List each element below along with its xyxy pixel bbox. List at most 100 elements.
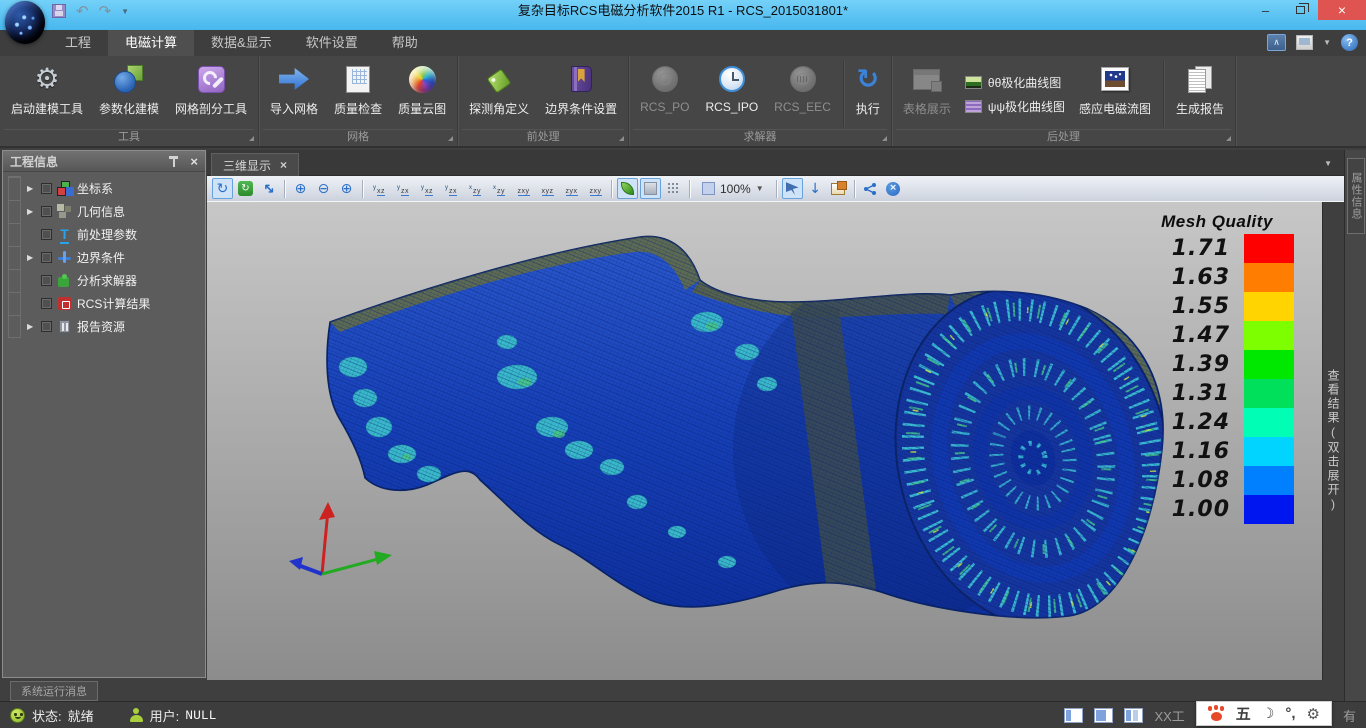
view-preset-button[interactable]: yxz (416, 178, 438, 199)
menu-tab-data-display[interactable]: 数据&显示 (194, 30, 289, 56)
view-preset-button[interactable]: xzy (488, 178, 510, 199)
viewport-3d[interactable]: Mesh Quality 1.71 1.63 1.55 1.47 1.39 1.… (207, 202, 1322, 680)
shaded-mode-button[interactable] (617, 178, 638, 199)
panel-close-icon[interactable]: × (190, 155, 198, 168)
launch-modeler-button[interactable]: 启动建模工具 (3, 59, 91, 129)
ime-halfwidth-icon[interactable]: ☽ (1262, 706, 1275, 722)
quality-cloud-map-button[interactable]: 质量云图 (390, 59, 454, 129)
tree-item-solver[interactable]: 分析求解器 (3, 269, 205, 292)
view-preset-button[interactable]: yzx (392, 178, 414, 199)
tree-item-coordinate-system[interactable]: 坐标系 (3, 177, 205, 200)
results-panel-collapsed[interactable]: 查看结果(双击展开) (1322, 202, 1344, 680)
layout-wide-panel-icon[interactable] (1094, 708, 1113, 723)
psi-polarization-curve-button[interactable]: ψψ极化曲线图 (965, 98, 1065, 115)
collapse-ribbon-icon[interactable]: ∧ (1267, 34, 1286, 51)
display-style-icon[interactable] (1296, 35, 1313, 50)
tree-item-boundary-conditions[interactable]: 边界条件 (3, 246, 205, 269)
mesh-partition-tool-button[interactable]: 网格剖分工具 (167, 59, 255, 129)
menu-tab-settings[interactable]: 软件设置 (289, 30, 375, 56)
checkbox[interactable] (41, 321, 52, 332)
expand-arrow-icon[interactable] (27, 254, 36, 262)
system-message-tab[interactable]: 系统运行消息 (10, 681, 98, 701)
restore-button[interactable] (1283, 0, 1318, 20)
solver-icon (57, 273, 72, 288)
menu-tab-help[interactable]: 帮助 (375, 30, 435, 56)
checkbox[interactable] (41, 206, 52, 217)
zoom-dropdown-icon[interactable]: ▼ (756, 184, 764, 193)
grid-toggle-button[interactable] (663, 178, 684, 199)
orbit-tool-button[interactable]: ↻ (235, 178, 256, 199)
view-preset-button[interactable]: zxy (584, 178, 606, 199)
properties-panel-tab[interactable]: 属性信息 (1347, 158, 1365, 234)
ime-wubi-mode[interactable]: 五 (1236, 703, 1251, 724)
boundary-condition-setting-button[interactable]: 边界条件设置 (537, 59, 625, 129)
theta-polarization-curve-button[interactable]: θθ极化曲线图 (965, 74, 1065, 91)
ribbon-divider (843, 61, 844, 127)
zoom-fit-button[interactable]: ⊕ (336, 178, 357, 199)
view-preset-button[interactable]: yxz (368, 178, 390, 199)
save-icon[interactable] (52, 4, 66, 18)
green-chart-icon (965, 76, 982, 89)
probe-angle-button[interactable]: 探测角定义 (461, 59, 537, 129)
induced-current-map-button[interactable]: 感应电磁流图 (1071, 59, 1159, 129)
expand-arrow-icon[interactable] (27, 323, 36, 331)
checkbox[interactable] (41, 298, 52, 309)
help-icon[interactable]: ? (1341, 34, 1358, 51)
ime-punctuation-toggle[interactable]: °, (1285, 705, 1295, 722)
view-preset-button[interactable]: xzy (464, 178, 486, 199)
zoom-in-button[interactable]: ⊕ (290, 178, 311, 199)
pin-icon[interactable] (169, 155, 178, 167)
tree-item-geometry-info[interactable]: 几何信息 (3, 200, 205, 223)
ribbon-group-preprocess: 探测角定义 边界条件设置 前处理 (458, 56, 629, 146)
execute-button[interactable]: 执行 (848, 59, 888, 129)
zoom-level-select[interactable]: 100% ▼ (695, 182, 771, 196)
quick-access-dropdown-icon[interactable]: ▼ (121, 7, 129, 16)
zoom-out-button[interactable]: ⊖ (313, 178, 334, 199)
tree-item-rcs-results[interactable]: RCS计算结果 (3, 292, 205, 315)
checkbox[interactable] (41, 183, 52, 194)
close-button[interactable]: × (1318, 0, 1366, 20)
share-view-button[interactable] (860, 178, 881, 199)
checkbox[interactable] (41, 252, 52, 263)
ime-settings-icon[interactable]: ⚙ (1307, 705, 1320, 723)
quality-check-button[interactable]: 质量检查 (326, 59, 390, 129)
menu-tab-em-compute[interactable]: 电磁计算 (108, 30, 194, 56)
parametric-modeling-button[interactable]: 参数化建模 (91, 59, 167, 129)
generate-report-button[interactable]: 生成报告 (1168, 59, 1232, 129)
tree-item-report-resources[interactable]: 报告资源 (3, 315, 205, 338)
minimize-button[interactable]: – (1248, 0, 1283, 20)
import-mesh-button[interactable]: 导入网格 (262, 59, 326, 129)
view-preset-button[interactable]: zxy (512, 178, 534, 199)
rcs-ipo-button[interactable]: RCS_IPO (697, 59, 766, 129)
move-down-button[interactable]: ↓ (805, 178, 826, 199)
rotate-tool-button[interactable]: ↻ (212, 178, 233, 199)
pan-tool-button[interactable]: ↔ (258, 178, 279, 199)
expand-arrow-icon[interactable] (27, 185, 36, 193)
tree-item-preprocess-params[interactable]: 前处理参数 (3, 223, 205, 246)
results-panel-tab[interactable]: 查看结果(双击展开) (1325, 369, 1342, 513)
legend-swatch (1244, 466, 1294, 495)
view-preset-button[interactable]: xyz (536, 178, 558, 199)
checkbox[interactable] (41, 229, 52, 240)
expand-arrow-icon[interactable] (27, 208, 36, 216)
select-tool-button[interactable] (782, 178, 803, 199)
menu-tab-project[interactable]: 工程 (48, 30, 108, 56)
redo-icon[interactable]: ↷ (99, 4, 112, 18)
surface-mode-button[interactable] (640, 178, 661, 199)
layout-split-panel-icon[interactable] (1124, 708, 1143, 723)
ime-paw-icon[interactable] (1208, 706, 1225, 721)
close-view-button[interactable]: × (883, 178, 904, 199)
tab-3d-display[interactable]: 三维显示 × (211, 153, 299, 176)
tab-list-dropdown-icon[interactable]: ▼ (1324, 159, 1332, 168)
legend-swatch (1244, 379, 1294, 408)
checkbox[interactable] (41, 275, 52, 286)
application-window: ↶ ↷ ▼ 复杂目标RCS电磁分析软件2015 R1 - RCS_2015031… (0, 0, 1366, 728)
view-preset-button[interactable]: zyx (560, 178, 582, 199)
tab-close-icon[interactable]: × (280, 159, 287, 171)
grid-dots-icon (667, 182, 680, 195)
undo-icon[interactable]: ↶ (76, 4, 89, 18)
layout-left-panel-icon[interactable] (1064, 708, 1083, 723)
view-preset-button[interactable]: yzx (440, 178, 462, 199)
display-style-dropdown-icon[interactable]: ▼ (1323, 38, 1331, 47)
copy-view-button[interactable] (828, 178, 849, 199)
